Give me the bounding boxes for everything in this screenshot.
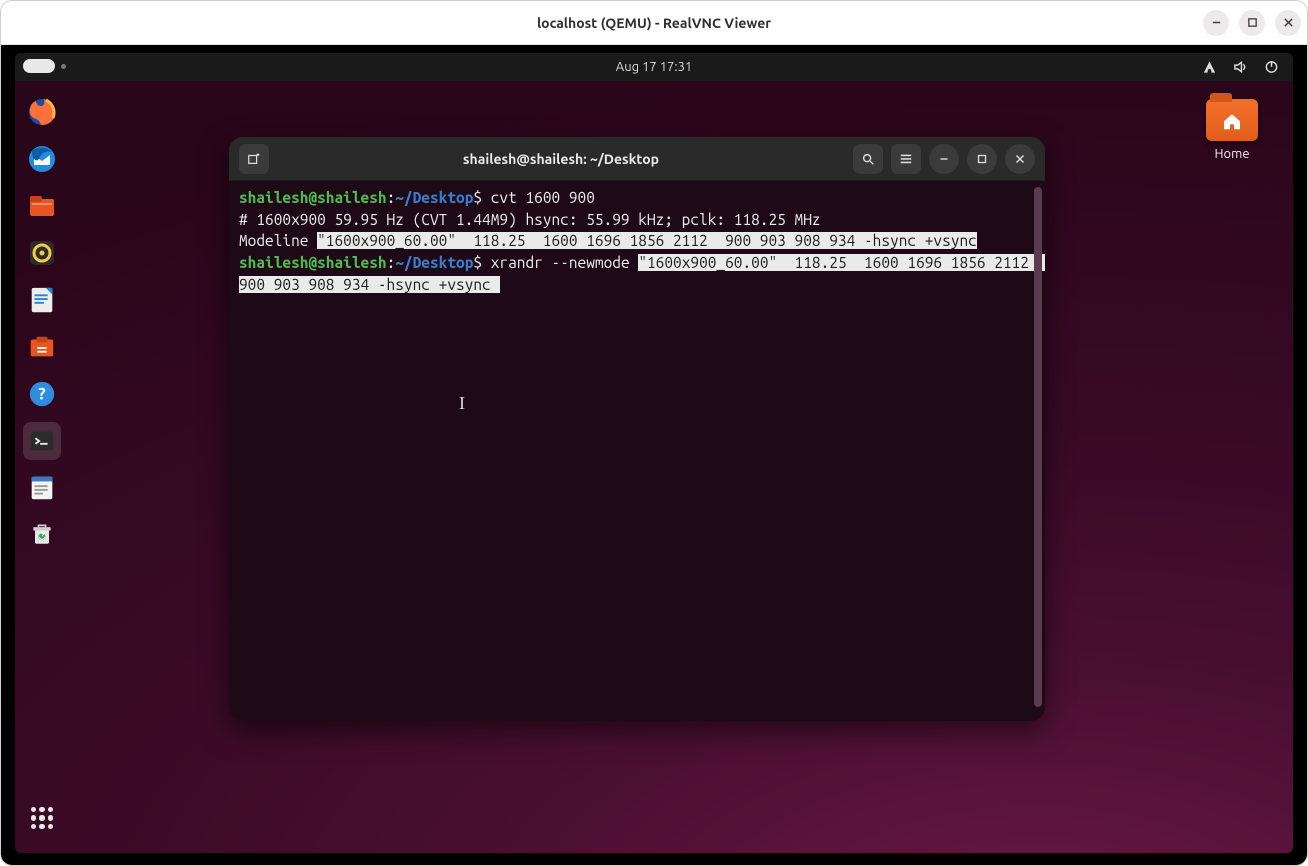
prompt-path-2: ~/Desktop (395, 254, 473, 271)
text-editor-icon[interactable] (23, 469, 61, 507)
power-icon (1264, 60, 1279, 75)
prompt-user-2: shailesh@shailesh (239, 254, 387, 271)
vnc-titlebar[interactable]: localhost (QEMU) - RealVNC Viewer (1, 1, 1307, 45)
prompt-dollar-2: $ (473, 254, 490, 271)
maximize-button[interactable] (1239, 10, 1265, 36)
search-button[interactable] (853, 144, 883, 174)
clock-label[interactable]: Aug 17 17:31 (616, 60, 693, 74)
prompt-path: ~/Desktop (395, 189, 473, 206)
network-icon (1202, 60, 1217, 75)
remote-screen-frame: Aug 17 17:31 (1, 45, 1307, 865)
software-store-icon[interactable] (23, 328, 61, 366)
trash-icon[interactable] (23, 516, 61, 554)
prompt-dollar: $ (473, 189, 490, 206)
volume-icon (1233, 60, 1248, 75)
terminal-scrollbar[interactable] (1034, 187, 1042, 707)
terminal-icon[interactable] (23, 422, 61, 460)
prompt-user: shailesh@shailesh (239, 189, 387, 206)
svg-text:?: ? (38, 385, 45, 404)
show-applications-icon[interactable] (23, 799, 61, 837)
terminal-output[interactable]: shailesh@shailesh:~/Desktop$ cvt 1600 90… (229, 181, 1045, 721)
workspace-dot (61, 64, 66, 69)
cmd-cvt: cvt 1600 900 (491, 189, 595, 206)
activities-indicator (23, 59, 55, 73)
files-icon[interactable] (23, 187, 61, 225)
prompt-colon-2: : (387, 254, 396, 271)
ubuntu-desktop[interactable]: Aug 17 17:31 (15, 53, 1293, 853)
help-icon[interactable]: ? (23, 375, 61, 413)
rhythmbox-icon[interactable] (23, 234, 61, 272)
terminal-titlebar[interactable]: shailesh@shailesh: ~/Desktop (229, 137, 1045, 181)
thunderbird-icon[interactable] (23, 140, 61, 178)
vnc-window-controls (1203, 10, 1301, 36)
new-tab-button[interactable] (239, 144, 269, 174)
system-status-area[interactable] (1202, 60, 1279, 75)
home-folder-icon (1206, 99, 1258, 141)
ubuntu-dock: ? (15, 81, 69, 853)
terminal-minimize-button[interactable] (929, 144, 959, 174)
prompt-colon: : (387, 189, 396, 206)
hamburger-menu-button[interactable] (891, 144, 921, 174)
terminal-close-button[interactable] (1005, 144, 1035, 174)
gnome-topbar[interactable]: Aug 17 17:31 (15, 53, 1293, 81)
minimize-button[interactable] (1203, 10, 1229, 36)
terminal-cursor (491, 276, 500, 293)
desktop-home-folder[interactable]: Home (1197, 99, 1267, 161)
terminal-title: shailesh@shailesh: ~/Desktop (277, 151, 845, 167)
modeline-selection[interactable]: "1600x900_60.00" 118.25 1600 1696 1856 2… (317, 232, 977, 249)
libreoffice-writer-icon[interactable] (23, 281, 61, 319)
terminal-window[interactable]: shailesh@shailesh: ~/Desktop (229, 137, 1045, 721)
firefox-icon[interactable] (23, 93, 61, 131)
vnc-title: localhost (QEMU) - RealVNC Viewer (537, 15, 771, 31)
cmd-xrandr: xrandr --newmode (491, 254, 639, 271)
vnc-viewer-window: localhost (QEMU) - RealVNC Viewer Aug 17… (0, 0, 1308, 866)
cvt-output-1: # 1600x900 59.95 Hz (CVT 1.44M9) hsync: … (239, 211, 821, 228)
activities-pill[interactable] (23, 59, 66, 73)
close-button[interactable] (1275, 10, 1301, 36)
terminal-maximize-button[interactable] (967, 144, 997, 174)
home-folder-label: Home (1197, 147, 1267, 161)
modeline-prefix: Modeline (239, 232, 317, 249)
